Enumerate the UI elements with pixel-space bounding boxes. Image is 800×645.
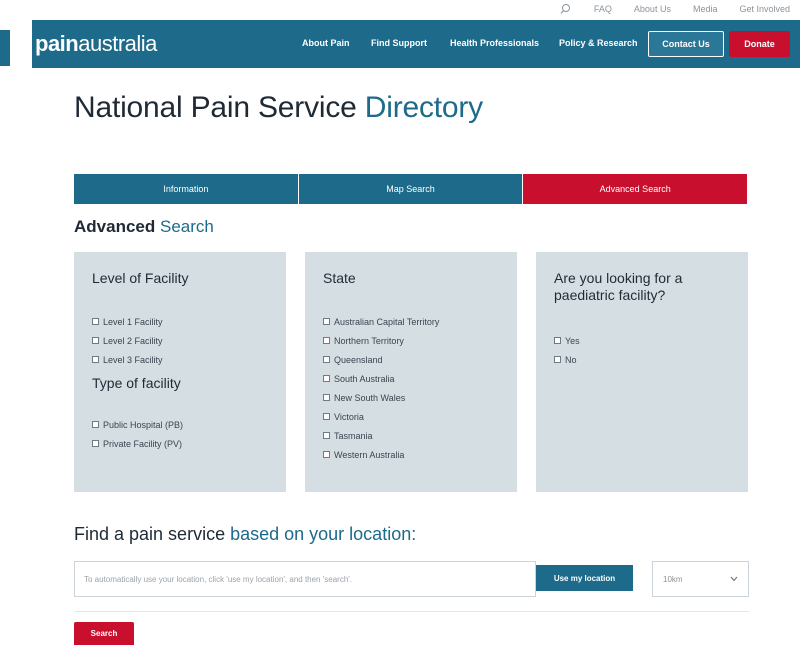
page-title-accent: Directory [364, 91, 483, 124]
nav-find-support[interactable]: Find Support [371, 38, 427, 48]
radius-value: 10km [663, 574, 683, 584]
checkbox-label: South Australia [334, 373, 395, 384]
chevron-down-icon [730, 576, 738, 582]
checkbox-box[interactable] [323, 413, 330, 420]
donate-button[interactable]: Donate [729, 31, 790, 57]
paediatric-checkbox-list: Yes No [554, 331, 730, 369]
checkbox-paediatric-no[interactable]: No [554, 350, 730, 369]
checkbox-label: Tasmania [334, 430, 373, 441]
radius-select[interactable]: 10km [652, 561, 749, 597]
checkbox-label: Queensland [334, 354, 383, 365]
checkbox-label: Western Australia [334, 449, 405, 460]
checkbox-level-2[interactable]: Level 2 Facility [92, 331, 268, 350]
checkbox-box[interactable] [92, 440, 99, 447]
tab-information[interactable]: Information [74, 174, 298, 204]
nav-links: About Pain Find Support Health Professio… [32, 20, 800, 68]
level-checkbox-list: Level 1 Facility Level 2 Facility Level … [92, 312, 268, 369]
checkbox-vic[interactable]: Victoria [323, 407, 499, 426]
page-title: National Pain Service Directory [74, 91, 483, 125]
state-checkbox-list: Australian Capital Territory Northern Te… [323, 312, 499, 464]
checkbox-level-3[interactable]: Level 3 Facility [92, 350, 268, 369]
checkbox-qld[interactable]: Queensland [323, 350, 499, 369]
checkbox-label: Level 2 Facility [103, 335, 163, 346]
checkbox-box[interactable] [92, 356, 99, 363]
utility-links: FAQ About Us Media Get Involved [560, 3, 790, 15]
checkbox-wa[interactable]: Western Australia [323, 445, 499, 464]
advanced-title-main: Advanced [74, 217, 156, 236]
checkbox-nt[interactable]: Northern Territory [323, 331, 499, 350]
main-navigation: painaustralia About Pain Find Support He… [32, 20, 800, 68]
checkbox-label: Level 3 Facility [103, 354, 163, 365]
checkbox-level-1[interactable]: Level 1 Facility [92, 312, 268, 331]
checkbox-label: Public Hospital (PB) [103, 419, 184, 430]
checkbox-box[interactable] [323, 451, 330, 458]
search-icon[interactable] [560, 3, 572, 15]
checkbox-nsw[interactable]: New South Wales [323, 388, 499, 407]
checkbox-label: Level 1 Facility [103, 316, 163, 327]
checkbox-box[interactable] [323, 375, 330, 382]
checkbox-box[interactable] [92, 421, 99, 428]
location-search-title: Find a pain service based on your locati… [74, 524, 416, 545]
checkbox-box[interactable] [323, 318, 330, 325]
search-button[interactable]: Search [74, 622, 134, 645]
checkbox-box[interactable] [92, 337, 99, 344]
type-of-facility-heading: Type of facility [92, 375, 181, 391]
checkbox-act[interactable]: Australian Capital Territory [323, 312, 499, 331]
location-title-main: Find a pain service [74, 524, 226, 544]
left-edge-strip [0, 30, 10, 66]
checkbox-label: No [565, 354, 577, 365]
nav-about-pain[interactable]: About Pain [302, 38, 350, 48]
checkbox-label: Northern Territory [334, 335, 404, 346]
tab-advanced-search[interactable]: Advanced Search [523, 174, 748, 204]
checkbox-box[interactable] [323, 432, 330, 439]
directory-tabs: Information Map Search Advanced Search [74, 174, 748, 204]
level-of-facility-heading: Level of Facility [92, 270, 189, 286]
contact-us-button[interactable]: Contact Us [648, 31, 724, 57]
checkbox-box[interactable] [554, 337, 561, 344]
location-title-accent: based on your location: [230, 524, 417, 544]
paediatric-heading: Are you looking for a paediatric facilit… [554, 270, 683, 303]
type-checkbox-list: Public Hospital (PB) Private Facility (P… [92, 415, 268, 453]
tab-map-search[interactable]: Map Search [298, 174, 523, 204]
facility-panel: Level of Facility Level 1 Facility Level… [74, 252, 286, 492]
use-my-location-button[interactable]: Use my location [536, 565, 633, 591]
checkbox-box[interactable] [92, 318, 99, 325]
utility-link-get-involved[interactable]: Get Involved [739, 4, 790, 14]
checkbox-box[interactable] [323, 337, 330, 344]
page-title-main: National Pain Service [74, 91, 357, 124]
state-heading: State [323, 270, 356, 286]
nav-policy-research[interactable]: Policy & Research [559, 38, 638, 48]
advanced-search-title: Advanced Search [74, 217, 214, 237]
checkbox-sa[interactable]: South Australia [323, 369, 499, 388]
checkbox-tas[interactable]: Tasmania [323, 426, 499, 445]
checkbox-label: New South Wales [334, 392, 406, 403]
checkbox-label: Yes [565, 335, 580, 346]
utility-link-about-us[interactable]: About Us [634, 4, 671, 14]
advanced-title-accent: Search [159, 217, 214, 236]
state-panel: State Australian Capital Territory North… [305, 252, 517, 492]
checkbox-public-hospital[interactable]: Public Hospital (PB) [92, 415, 268, 434]
checkbox-paediatric-yes[interactable]: Yes [554, 331, 730, 350]
paediatric-panel: Are you looking for a paediatric facilit… [536, 252, 748, 492]
checkbox-box[interactable] [323, 356, 330, 363]
checkbox-label: Private Facility (PV) [103, 438, 183, 449]
checkbox-label: Victoria [334, 411, 364, 422]
utility-link-media[interactable]: Media [693, 4, 718, 14]
location-input[interactable]: To automatically use your location, clic… [74, 561, 536, 597]
utility-link-faq[interactable]: FAQ [594, 4, 612, 14]
nav-health-professionals[interactable]: Health Professionals [450, 38, 539, 48]
utility-bar: FAQ About Us Media Get Involved [0, 0, 800, 20]
checkbox-label: Australian Capital Territory [334, 316, 440, 327]
divider [74, 611, 749, 612]
checkbox-box[interactable] [554, 356, 561, 363]
checkbox-private-facility[interactable]: Private Facility (PV) [92, 434, 268, 453]
checkbox-box[interactable] [323, 394, 330, 401]
